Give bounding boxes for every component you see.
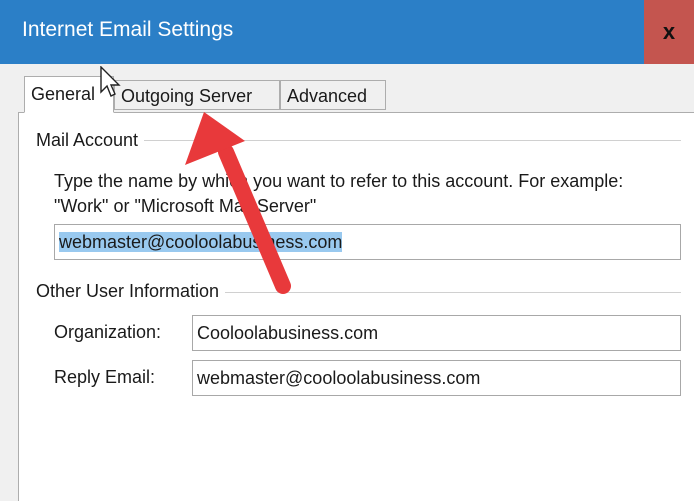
tab-advanced[interactable]: Advanced	[280, 80, 386, 110]
organization-value: Cooloolabusiness.com	[197, 323, 379, 343]
reply-email-input[interactable]: webmaster@cooloolabusiness.com	[192, 360, 681, 396]
window-title: Internet Email Settings	[22, 18, 234, 41]
mouse-pointer-icon	[100, 66, 121, 97]
title-bar: Internet Email Settings x	[0, 0, 694, 64]
account-name-description: Type the name by which you want to refer…	[54, 171, 624, 216]
other-user-info-group-label: Other User Information	[36, 281, 226, 302]
tab-outgoing-server[interactable]: Outgoing Server	[114, 80, 280, 110]
close-button[interactable]: x	[644, 0, 694, 64]
organization-input[interactable]: Cooloolabusiness.com	[192, 315, 681, 351]
account-name-value: webmaster@cooloolabusiness.com	[59, 232, 343, 252]
reply-email-value: webmaster@cooloolabusiness.com	[197, 368, 481, 388]
mail-account-group-label: Mail Account	[36, 130, 145, 151]
organization-label: Organization:	[54, 322, 162, 342]
account-name-input[interactable]: webmaster@cooloolabusiness.com	[54, 224, 681, 260]
reply-email-label: Reply Email:	[54, 367, 156, 387]
